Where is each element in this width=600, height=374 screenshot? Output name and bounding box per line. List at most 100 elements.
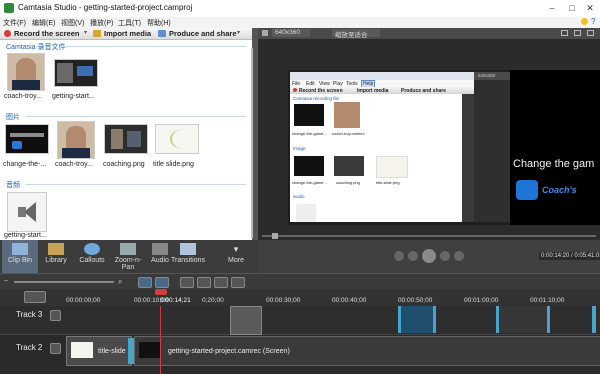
tab-callouts[interactable]: Callouts: [74, 240, 110, 273]
playhead-marker[interactable]: [155, 289, 167, 295]
clip-bin-toolbar: Record the screen ▾ Import media Produce…: [0, 28, 252, 40]
record-icon: [293, 88, 297, 92]
audio-icon: [152, 243, 168, 255]
previous-button[interactable]: [408, 251, 418, 261]
detach-icon[interactable]: [574, 30, 581, 36]
media-label: coach-troy...: [55, 161, 93, 168]
inner-thumb: [294, 104, 324, 126]
media-thumb-coach-troy[interactable]: [7, 53, 45, 91]
title-bar: Camtasia Studio - getting-started-projec…: [0, 0, 600, 18]
preview-scrubber[interactable]: [262, 235, 596, 237]
rewind-button[interactable]: [394, 251, 404, 261]
inner-thumb-label: coach-troy.camrec: [332, 131, 365, 136]
record-screen-button[interactable]: Record the screen: [14, 29, 79, 38]
redo-button[interactable]: [155, 277, 169, 288]
menu-edit[interactable]: 编辑(E): [32, 18, 55, 28]
media-thumb-getting-started[interactable]: [54, 59, 98, 87]
media-thumb-coaching[interactable]: [104, 124, 148, 154]
tab-label: Transitions: [171, 257, 205, 264]
inner-title-bar: [290, 72, 474, 80]
undo-button[interactable]: [138, 277, 152, 288]
playback-controls: 0:00:14:20 / 0:05:41:03: [258, 240, 600, 273]
zoom-slider[interactable]: [14, 281, 114, 283]
menu-help[interactable]: 帮助(H): [147, 18, 171, 28]
help-icon[interactable]: ?: [591, 17, 595, 26]
lightbulb-icon[interactable]: [581, 18, 588, 25]
coachs-logo-icon: [516, 180, 538, 200]
menu-bar: 文件(F) 编辑(E) 视图(V) 播放(P) 工具(T) 帮助(H) ?: [0, 17, 600, 28]
zoom-out-icon[interactable]: −: [4, 278, 8, 285]
preview-toolbar: 640x360 缩放至适合: [258, 28, 600, 40]
zoom-in-icon[interactable]: ⌕: [118, 277, 122, 287]
scrollbar[interactable]: [251, 48, 253, 238]
ruler-label: 00:01:10;00: [530, 297, 565, 304]
inner-thumb-label: title-slide.png: [376, 180, 400, 185]
fullscreen-icon[interactable]: [561, 30, 568, 36]
track-3-transition[interactable]: [398, 306, 436, 333]
maximize-button[interactable]: □: [562, 2, 582, 14]
preview-scrubber-handle[interactable]: [272, 233, 278, 239]
tab-label: Library: [45, 257, 67, 264]
next-button[interactable]: [440, 251, 450, 261]
tab-more[interactable]: ▾ More: [218, 240, 254, 273]
media-thumb-audio[interactable]: [7, 192, 47, 232]
chevron-down-icon[interactable]: ▾: [84, 29, 87, 36]
close-button[interactable]: ✕: [580, 2, 600, 14]
close-preview-icon[interactable]: [587, 30, 594, 36]
menu-play[interactable]: 播放(P): [90, 18, 113, 28]
track-lock-button[interactable]: [50, 343, 61, 354]
clip-label: getting-started-project.camrec (Screen): [168, 348, 290, 355]
produce-share-button[interactable]: Produce and share: [169, 29, 237, 38]
media-thumb-title-slide[interactable]: [155, 124, 199, 154]
minimize-button[interactable]: –: [542, 2, 562, 14]
inner-thumb-label: change-the-game...: [292, 131, 327, 136]
tab-library[interactable]: Library: [38, 240, 74, 273]
more-icon: ▾: [233, 244, 239, 254]
tab-transitions[interactable]: Transitions: [170, 240, 206, 273]
zoom-dropdown[interactable]: 缩放至适合: [332, 29, 380, 39]
inner-toolbar: Record the screen Import media Produce a…: [290, 87, 474, 94]
track-label: Track 2: [16, 343, 43, 352]
section-divider: [26, 116, 246, 117]
media-thumb-coach-troy-2[interactable]: [57, 121, 95, 159]
inner-section-label: Camtasia recording file: [293, 96, 340, 101]
produce-icon: [158, 30, 166, 37]
time-display: 0:00:14:20 / 0:05:41:03: [539, 252, 600, 260]
playhead-line[interactable]: [160, 306, 161, 374]
size-dropdown[interactable]: 640x360: [272, 29, 310, 37]
paste-button[interactable]: [231, 277, 245, 288]
callouts-icon: [84, 243, 100, 255]
inner-splitter: [462, 94, 474, 222]
clip-tabs-bar: Clip Bin Library Callouts Zoom-n-Pan Aud…: [0, 240, 258, 273]
transitions-icon: [180, 243, 196, 255]
crop-icon[interactable]: [262, 30, 268, 36]
inner-section-label: Image: [293, 146, 306, 151]
timeline-settings-button[interactable]: [24, 291, 46, 303]
clip-bin-panel: Record the screen ▾ Import media Produce…: [0, 28, 252, 240]
cut-button[interactable]: [180, 277, 194, 288]
chevron-down-icon[interactable]: ▾: [237, 29, 240, 36]
inner-thumb: [294, 156, 324, 176]
preview-canvas[interactable]: File Edit View Play Tools Help Record th…: [258, 40, 600, 240]
track-3-clip-end[interactable]: [496, 306, 550, 333]
track-3-clip[interactable]: [230, 306, 262, 335]
inner-size-label: 640x360: [478, 73, 496, 78]
timeline-ruler[interactable]: 00:00:00;00 00:00:10;00 0:00:14;21 0;20;…: [0, 289, 600, 306]
tab-label: Audio: [151, 257, 169, 264]
menu-view[interactable]: 视图(V): [61, 18, 84, 28]
menu-tools[interactable]: 工具(T): [118, 18, 141, 28]
tab-zoom-n-pan[interactable]: Zoom-n-Pan: [110, 240, 146, 273]
inner-thumb: [334, 102, 360, 128]
import-media-button[interactable]: Import media: [104, 29, 151, 38]
copy-button[interactable]: [214, 277, 228, 288]
timeline-tracks: Track 3 Track 2 title-slide getting-star…: [0, 306, 600, 374]
menu-file[interactable]: 文件(F): [3, 18, 26, 28]
track-lock-button[interactable]: [50, 310, 61, 321]
media-thumb-change-the-game[interactable]: [5, 124, 49, 154]
fast-forward-button[interactable]: [454, 251, 464, 261]
pause-button[interactable]: [422, 249, 436, 263]
split-button[interactable]: [197, 277, 211, 288]
section-divider: [62, 46, 246, 47]
tab-clip-bin[interactable]: Clip Bin: [2, 240, 38, 273]
ruler-label: 00:00:30;00: [266, 297, 301, 304]
